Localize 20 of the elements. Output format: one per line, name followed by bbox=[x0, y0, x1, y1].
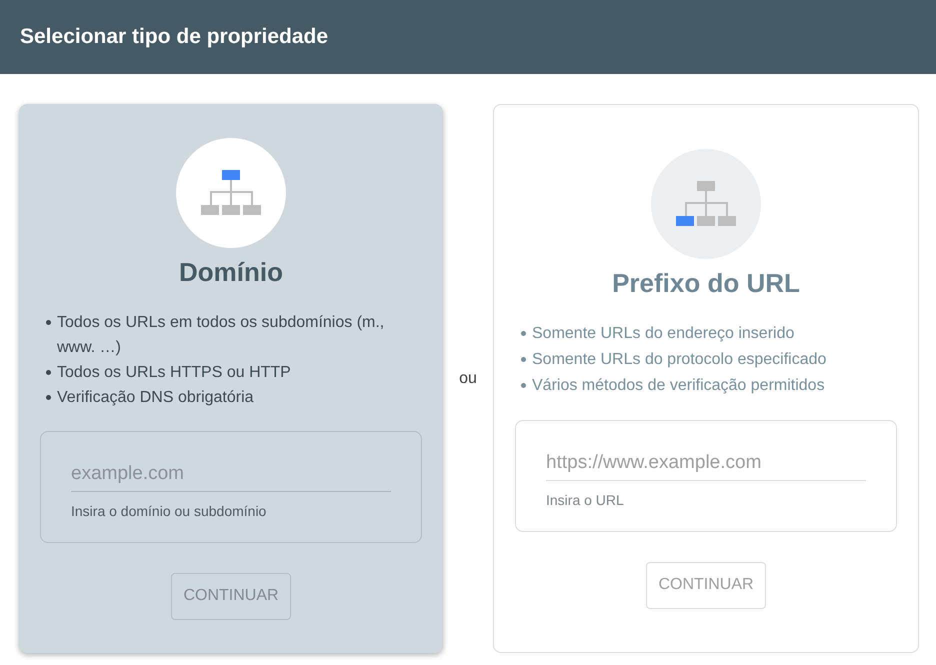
bullet-icon bbox=[46, 394, 51, 400]
url-input-field[interactable]: example.com bbox=[71, 460, 391, 492]
feature-text: Verificação DNS obrigatória bbox=[57, 388, 254, 408]
helper-text: Insira o URL bbox=[546, 490, 625, 508]
feature-text: Somente URLs do protocolo especificado bbox=[532, 350, 826, 370]
option-title: Domínio bbox=[179, 256, 283, 288]
url-input-field[interactable]: https://www.example.com bbox=[546, 448, 866, 480]
page-title: Selecionar tipo de propriedade bbox=[20, 24, 328, 50]
bullet-icon bbox=[521, 382, 526, 388]
bullet-icon bbox=[521, 330, 526, 336]
separator-text: ou bbox=[459, 368, 477, 388]
helper-text: Insira o domínio ou subdomínio bbox=[71, 502, 268, 520]
feature-text: Somente URLs do endereço inserido bbox=[532, 324, 794, 344]
feature-text: Vários métodos de verificação permitidos bbox=[532, 376, 825, 396]
bullet-icon bbox=[521, 356, 526, 362]
option-title: Prefixo do URL bbox=[612, 266, 800, 298]
feature-text: Todos os URLs HTTPS ou HTTP bbox=[57, 362, 291, 382]
bullet-icon bbox=[46, 320, 51, 324]
bullet-icon bbox=[46, 370, 51, 374]
feature-text: Todos os URLs em todos os subdomínios (m., www. …) bbox=[57, 312, 386, 358]
